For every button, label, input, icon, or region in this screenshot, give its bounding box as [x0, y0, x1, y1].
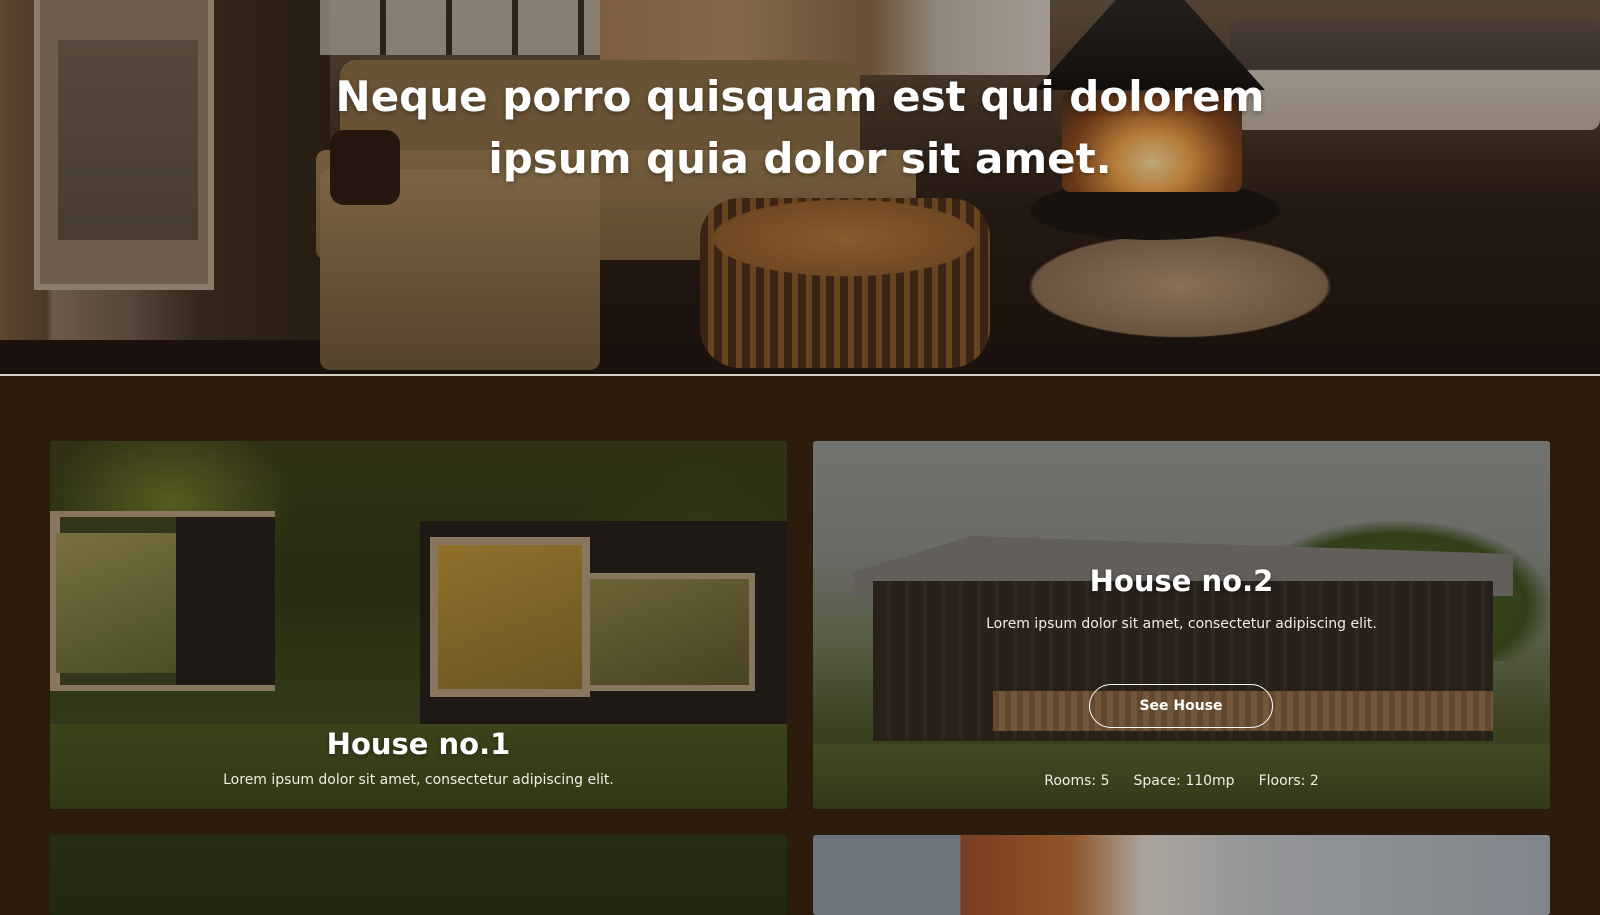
see-house-button[interactable]: See House	[1089, 684, 1273, 728]
hero-title: Neque porro quisquam est qui dolorem ips…	[0, 66, 1600, 190]
house-2-space: Space: 110mp	[1133, 773, 1235, 789]
house-3-overlay	[50, 835, 787, 915]
house-4-overlay	[813, 835, 1550, 915]
house-card-1[interactable]: House no.1 Lorem ipsum dolor sit amet, c…	[50, 441, 787, 809]
house-2-floors: Floors: 2	[1258, 773, 1319, 789]
house-2-rooms: Rooms: 5	[1044, 773, 1110, 789]
house-card-3[interactable]	[50, 835, 787, 915]
hero-banner: Neque porro quisquam est qui dolorem ips…	[0, 0, 1600, 376]
house-card-4[interactable]	[813, 835, 1550, 915]
house-card-2[interactable]: House no.2 Lorem ipsum dolor sit amet, c…	[813, 441, 1550, 809]
hero-title-line-1: Neque porro quisquam est qui dolorem	[335, 72, 1265, 121]
house-1-title: House no.1	[326, 727, 511, 761]
house-2-title: House no.2	[1089, 564, 1274, 598]
house-2-description: Lorem ipsum dolor sit amet, consectetur …	[986, 616, 1377, 632]
hero-divider	[0, 374, 1600, 376]
house-1-description: Lorem ipsum dolor sit amet, consectetur …	[223, 772, 614, 788]
hero-title-line-2: ipsum quia dolor sit amet.	[488, 134, 1112, 183]
house-2-specs: Rooms: 5 Space: 110mp Floors: 2	[813, 772, 1550, 790]
